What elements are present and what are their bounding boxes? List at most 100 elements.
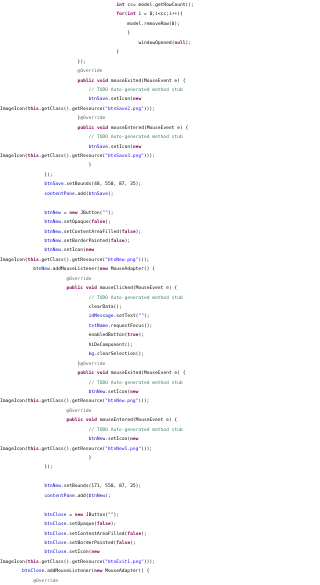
code-token: btnSave	[44, 182, 64, 188]
code-token: // TODO Auto-generated method stub	[88, 87, 183, 93]
code-token: hiDeComponent();	[88, 342, 133, 348]
code-token: .setOpaque(	[60, 220, 92, 226]
code-line: @Override	[0, 274, 320, 283]
code-token: );	[143, 314, 150, 320]
code-line: clearData();	[0, 302, 320, 311]
code-token: @Override	[33, 578, 59, 584]
code-token: .addMouseListener(	[44, 569, 95, 575]
code-token: .requestFocus();	[108, 323, 153, 329]
code-token: "btnNew1.png"	[105, 446, 142, 452]
code-token: =	[60, 210, 70, 216]
code-line: public void mouseEntered(MouseEvent e) {	[0, 123, 320, 132]
code-line: }@Override	[0, 359, 320, 368]
code-token: .setIcon(	[108, 144, 133, 150]
code-token: .getClass().getResource(	[38, 559, 106, 565]
code-line: enabledButton(true);	[0, 330, 320, 339]
code-token: JButton(	[83, 512, 108, 518]
code-line: btnNew.setIcon(new	[0, 245, 320, 254]
code-token: .setIcon(	[105, 437, 131, 443]
code-token: public	[66, 286, 84, 292]
code-token: this	[27, 106, 39, 112]
code-token: false	[116, 540, 131, 546]
code-token: btnNew	[33, 267, 50, 273]
code-token: .setOpaque(	[66, 522, 97, 528]
code-line: btnClose.setContentAreaFilled(false);	[0, 529, 320, 538]
code-token: ImageIcon(	[0, 106, 28, 112]
code-token: .setBorderPainted(	[60, 238, 111, 244]
code-token: new	[99, 267, 108, 273]
code-token: btnNew	[88, 437, 106, 443]
code-line: btnNew.setContentAreaFilled(false);	[0, 227, 320, 236]
code-token: public	[77, 371, 95, 377]
code-token: new	[85, 248, 95, 254]
code-token: "btnExit1.png"	[105, 559, 144, 565]
code-line: contentPane.add(btnSave);	[0, 189, 320, 198]
code-token: public	[66, 418, 84, 424]
code-line: }	[0, 28, 320, 37]
code-line: hiDeComponent();	[0, 340, 320, 349]
code-token: }	[88, 163, 92, 169]
code-line: ImageIcon(this.getClass().getResource("b…	[0, 255, 320, 264]
code-token: void	[96, 125, 109, 131]
code-token: )));	[141, 446, 153, 452]
code-line: public void mouseExited(MouseEvent e) {	[0, 76, 320, 85]
code-token: }	[116, 50, 120, 56]
code-token: .setBounds(48, 550, 87, 35);	[63, 182, 142, 188]
code-token: .addMouseListener(	[49, 267, 100, 273]
code-line: // TODO Auto-generated method stub	[0, 425, 320, 434]
code-line: });	[0, 57, 320, 66]
code-token: .add(	[74, 493, 89, 499]
code-token: ImageIcon(	[0, 446, 28, 452]
code-token: .setText(	[113, 314, 139, 320]
code-token: mouseEntered(MouseEvent e) {	[96, 418, 178, 424]
code-token: public	[77, 78, 95, 84]
code-token: btnNew	[44, 238, 61, 244]
code-token: .add(	[74, 191, 89, 197]
code-line: }	[0, 453, 320, 462]
code-token: ImageIcon(	[0, 257, 28, 263]
code-token: new	[91, 550, 100, 556]
code-token: .clearSelection();	[94, 352, 144, 358]
code-line: windowOpened(null);	[0, 38, 320, 47]
code-line: btnNew = new JButton("");	[0, 208, 320, 217]
code-line: ImageIcon(this.getClass().getResource("b…	[0, 104, 320, 113]
code-token: .getClass().getResource(	[38, 257, 106, 263]
code-token: void	[85, 286, 97, 292]
code-token: true	[127, 333, 139, 339]
code-token: null	[174, 40, 186, 46]
code-token: );	[135, 229, 142, 235]
code-token: .getClass().getResource(	[38, 154, 106, 159]
code-token: idMessage	[88, 314, 114, 320]
code-line: ImageIcon(this.getClass().getResource("b…	[0, 444, 320, 453]
code-token: void	[96, 371, 109, 377]
code-line: btnNew.setBounds(171, 550, 87, 35);	[0, 481, 320, 490]
code-listing: int cc= model.getRowCount(); for(int i = …	[0, 0, 320, 584]
code-token: }	[127, 31, 131, 37]
code-token: .setBorderPainted(	[66, 540, 117, 546]
code-line: public void mouseEntered(MouseEvent e) {	[0, 415, 320, 424]
code-token: false	[127, 531, 142, 537]
code-line: @Override	[0, 66, 320, 75]
code-token: = model.getRowCount();	[132, 3, 194, 8]
code-token: @Override	[66, 408, 92, 414]
code-token: .getClass().getResource(	[38, 106, 106, 112]
code-token: @Override	[77, 69, 103, 75]
code-token: .setIcon(	[105, 389, 131, 395]
code-token: this	[27, 559, 39, 565]
code-line: btnNew.setIcon(new	[0, 387, 320, 396]
code-token: });	[44, 465, 53, 471]
code-line: public void mouseExited(MouseEvent e) {	[0, 368, 320, 377]
code-token: )));	[138, 399, 150, 405]
code-line: ImageIcon(this.getClass().getResource("b…	[0, 396, 320, 405]
code-token: false	[121, 229, 136, 235]
code-token: btnNew	[44, 484, 61, 490]
code-token: i = 0;i<cc;i++){	[135, 12, 183, 18]
code-token: );	[105, 493, 111, 499]
code-token: )));	[138, 257, 150, 263]
code-token: });	[44, 172, 53, 178]
code-token: @Override	[80, 116, 106, 122]
code-token: public	[77, 125, 95, 131]
code-token: false	[96, 522, 111, 528]
code-line: txtName.requestFocus();	[0, 321, 320, 330]
